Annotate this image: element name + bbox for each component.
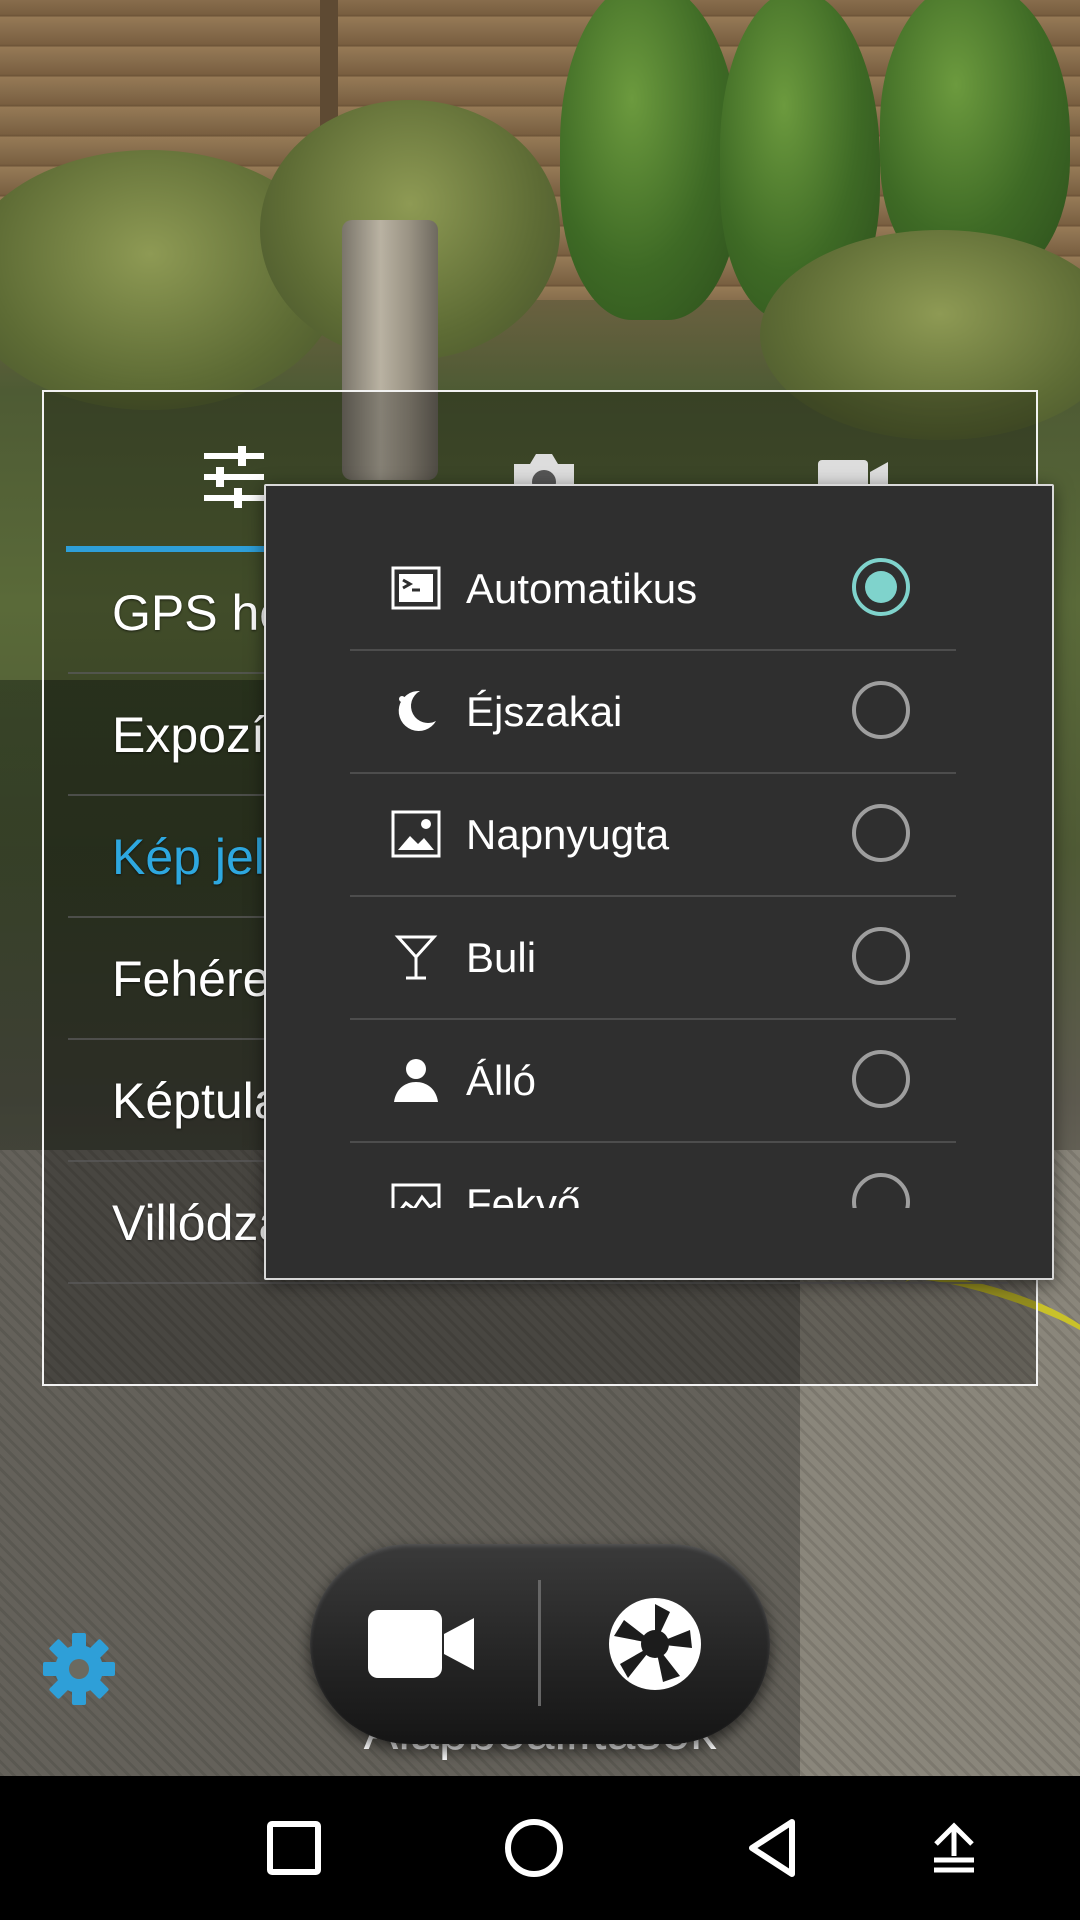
night-moon-icon (390, 685, 442, 737)
scene-mode-popup: Automatikus Éjszakai Napnyugta Buli Álló… (264, 484, 1054, 1280)
party-cocktail-icon (390, 931, 442, 983)
tree (560, 0, 740, 320)
scene-option-auto[interactable]: Automatikus (350, 528, 956, 651)
tab-general-settings[interactable] (194, 442, 274, 512)
home-button[interactable] (498, 1812, 570, 1884)
recents-button[interactable] (258, 1812, 330, 1884)
back-triangle-icon (749, 1819, 795, 1877)
gear-icon (43, 1633, 115, 1705)
settings-button[interactable] (40, 1630, 118, 1708)
capture-controls (310, 1544, 770, 1744)
radio-unselected[interactable] (852, 681, 910, 739)
scene-option-label: Buli (466, 934, 537, 981)
scene-option-portrait[interactable]: Álló (350, 1020, 956, 1143)
video-camera-icon (368, 1610, 474, 1678)
recents-square-icon (267, 1821, 321, 1875)
auto-scene-icon (390, 562, 442, 614)
record-video-button[interactable] (360, 1594, 480, 1694)
scene-option-label: Álló (466, 1057, 537, 1104)
radio-selected[interactable] (852, 558, 910, 616)
hide-navbar-button[interactable] (918, 1812, 990, 1884)
radio-unselected[interactable] (852, 1050, 910, 1108)
shutter-aperture-icon (609, 1598, 701, 1690)
sliders-icon (194, 446, 274, 516)
scene-option-label: Éjszakai (466, 688, 623, 735)
scene-option-night[interactable]: Éjszakai (350, 651, 956, 774)
scene-option-label: Automatikus (466, 565, 698, 612)
scene-option-list[interactable]: Automatikus Éjszakai Napnyugta Buli Álló… (350, 528, 956, 1208)
upload-arrow-icon (934, 1822, 974, 1873)
back-button[interactable] (738, 1812, 810, 1884)
controls-divider (538, 1580, 541, 1706)
landscape-chart-icon (390, 1177, 442, 1208)
portrait-person-icon (390, 1054, 442, 1106)
radio-unselected[interactable] (852, 927, 910, 985)
radio-unselected[interactable] (852, 1173, 910, 1208)
scene-option-party[interactable]: Buli (350, 897, 956, 1020)
scene-option-label: Fekvő (466, 1180, 581, 1208)
system-navbar (0, 1776, 1080, 1920)
shutter-button[interactable] (600, 1594, 710, 1694)
scene-option-landscape[interactable]: Fekvő (350, 1143, 956, 1208)
scene-option-label: Napnyugta (466, 811, 670, 858)
home-circle-icon (505, 1819, 563, 1877)
radio-unselected[interactable] (852, 804, 910, 862)
scene-option-sunset[interactable]: Napnyugta (350, 774, 956, 897)
sunset-landscape-icon (390, 808, 442, 860)
